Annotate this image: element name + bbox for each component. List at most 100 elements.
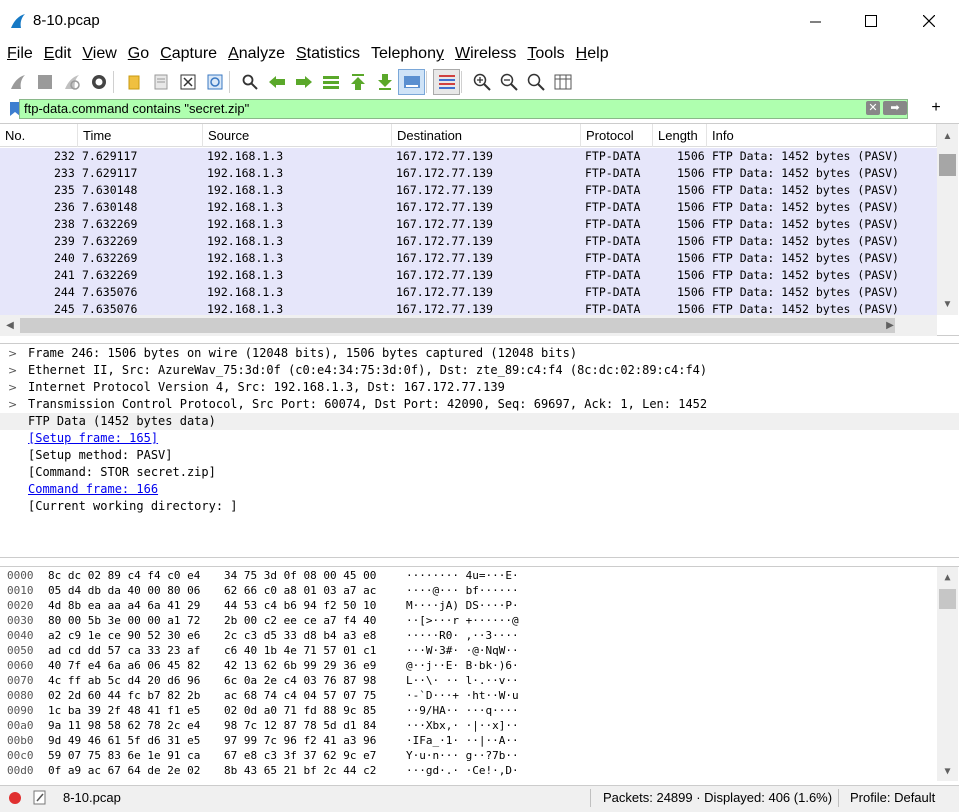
- detail-tree-row[interactable]: > Internet Protocol Version 4, Src: 192.1…: [0, 379, 959, 396]
- scroll-thumb[interactable]: [939, 589, 956, 609]
- packet-row[interactable]: 235 7.630148 192.168.1.3 167.172.77.139 FTP-…: [0, 182, 937, 199]
- hex-row[interactable]: 0090 1c ba 39 2f 48 41 f1 e5 02 0d a0 71 f…: [0, 703, 937, 718]
- hex-row[interactable]: 00b0 9d 49 46 61 5f d6 31 e5 97 99 7c 96 f…: [0, 733, 937, 748]
- last-packet-button[interactable]: [371, 69, 398, 95]
- resize-columns-button[interactable]: [549, 69, 576, 95]
- hscroll-thumb[interactable]: [20, 318, 895, 333]
- expand-chevron-icon[interactable]: >: [8, 345, 17, 362]
- scroll-up-icon[interactable]: ▲: [937, 128, 958, 145]
- first-packet-button[interactable]: [344, 69, 371, 95]
- hex-row[interactable]: 0010 05 d4 db da 40 00 80 06 62 66 c0 a8 0…: [0, 583, 937, 598]
- add-filter-button[interactable]: +: [928, 99, 944, 117]
- column-header-protocol[interactable]: Protocol: [581, 124, 653, 147]
- menu-item-edit[interactable]: Edit: [40, 42, 79, 66]
- column-header-info[interactable]: Info: [707, 124, 937, 147]
- zoom-out-button[interactable]: [495, 69, 522, 95]
- detail-tree-row[interactable]: [Current working directory: ]: [0, 498, 959, 515]
- reload-file-button[interactable]: [201, 69, 228, 95]
- detail-tree-row[interactable]: > Transmission Control Protocol, Src Port…: [0, 396, 959, 413]
- hex-row[interactable]: 0080 02 2d 60 44 fc b7 82 2b ac 68 74 c4 0…: [0, 688, 937, 703]
- scroll-right-icon[interactable]: ▶: [880, 317, 900, 334]
- hex-row[interactable]: 00a0 9a 11 98 58 62 78 2c e4 98 7c 12 87 7…: [0, 718, 937, 733]
- hex-row[interactable]: 0050 ad cd dd 57 ca 33 23 af c6 40 1b 4e 7…: [0, 643, 937, 658]
- packet-row[interactable]: 236 7.630148 192.168.1.3 167.172.77.139 FTP-…: [0, 199, 937, 216]
- expand-chevron-icon[interactable]: >: [8, 379, 17, 396]
- menu-item-help[interactable]: Help: [572, 42, 616, 66]
- packet-row[interactable]: 240 7.632269 192.168.1.3 167.172.77.139 FTP-…: [0, 250, 937, 267]
- capture-comment-icon[interactable]: [33, 790, 47, 805]
- close-button[interactable]: [900, 0, 958, 42]
- colorize-button[interactable]: [433, 69, 460, 95]
- start-capture-button[interactable]: [4, 69, 31, 95]
- detail-tree-row[interactable]: FTP Data (1452 bytes data): [0, 413, 959, 430]
- column-header-length[interactable]: Length: [653, 124, 707, 147]
- scroll-down-icon[interactable]: ▼: [937, 763, 958, 780]
- detail-link-row[interactable]: [Setup frame: 165]: [0, 430, 959, 447]
- go-to-packet-button[interactable]: [317, 69, 344, 95]
- menu-item-capture[interactable]: Capture: [156, 42, 224, 66]
- menu-item-statistics[interactable]: Statistics: [292, 42, 367, 66]
- hex-row[interactable]: 0070 4c ff ab 5c d4 20 d6 96 6c 0a 2e c4 0…: [0, 673, 937, 688]
- detail-tree-row[interactable]: [Setup method: PASV]: [0, 447, 959, 464]
- column-header-destination[interactable]: Destination: [392, 124, 581, 147]
- menu-item-file[interactable]: File: [3, 42, 40, 66]
- menu-item-wireless[interactable]: Wireless: [451, 42, 523, 66]
- expand-chevron-icon[interactable]: >: [8, 396, 17, 413]
- hex-row[interactable]: 00d0 0f a9 ac 67 64 de 2e 02 8b 43 65 21 b…: [0, 763, 937, 778]
- hex-row[interactable]: 0020 4d 8b ea aa a4 6a 41 29 44 53 c4 b6 9…: [0, 598, 937, 613]
- display-filter-input[interactable]: ftp-data.command contains "secret.zip": [19, 99, 908, 119]
- packet-row[interactable]: 244 7.635076 192.168.1.3 167.172.77.139 FTP-…: [0, 284, 937, 301]
- hex-row[interactable]: 0000 8c dc 02 89 c4 f4 c0 e4 34 75 3d 0f 0…: [0, 568, 937, 583]
- column-header-source[interactable]: Source: [203, 124, 392, 147]
- hex-row[interactable]: 0060 40 7f e4 6a a6 06 45 82 42 13 62 6b 9…: [0, 658, 937, 673]
- apply-filter-button[interactable]: ➡: [883, 101, 907, 115]
- status-profile[interactable]: Profile: Default: [850, 786, 935, 810]
- menu-item-go[interactable]: Go: [124, 42, 156, 66]
- restart-capture-button[interactable]: [58, 69, 85, 95]
- packet-row[interactable]: 245 7.635076 192.168.1.3 167.172.77.139 FTP-…: [0, 301, 937, 315]
- menu-item-view[interactable]: View: [78, 42, 123, 66]
- packet-row[interactable]: 239 7.632269 192.168.1.3 167.172.77.139 FTP-…: [0, 233, 937, 250]
- scroll-left-icon[interactable]: ◀: [0, 317, 20, 334]
- detail-link-row[interactable]: Command frame: 166: [0, 481, 959, 498]
- menu-item-analyze[interactable]: Analyze: [224, 42, 292, 66]
- find-packet-button[interactable]: [236, 69, 263, 95]
- detail-text[interactable]: Command frame: 166: [28, 481, 158, 498]
- detail-tree-row[interactable]: > Frame 246: 1506 bytes on wire (12048 bi…: [0, 345, 959, 362]
- zoom-reset-button[interactable]: [522, 69, 549, 95]
- menu-item-telephony[interactable]: Telephony: [367, 42, 451, 66]
- clear-filter-button[interactable]: ✕: [866, 101, 880, 115]
- expert-info-icon[interactable]: [8, 791, 22, 805]
- expand-chevron-icon[interactable]: >: [8, 362, 17, 379]
- scroll-down-icon[interactable]: ▼: [937, 296, 958, 313]
- save-file-button[interactable]: [147, 69, 174, 95]
- packet-row[interactable]: 232 7.629117 192.168.1.3 167.172.77.139 FTP-…: [0, 148, 937, 165]
- capture-options-button[interactable]: [85, 69, 112, 95]
- packet-row[interactable]: 241 7.632269 192.168.1.3 167.172.77.139 FTP-…: [0, 267, 937, 284]
- zoom-in-button[interactable]: [468, 69, 495, 95]
- open-file-button[interactable]: [120, 69, 147, 95]
- hex-row[interactable]: 00c0 59 07 75 83 6e 1e 91 ca 67 e8 c3 3f 3…: [0, 748, 937, 763]
- autoscroll-button[interactable]: [398, 69, 425, 95]
- stop-capture-button[interactable]: [31, 69, 58, 95]
- column-header-time[interactable]: Time: [78, 124, 203, 147]
- packet-list-vscrollbar[interactable]: ▲ ▼: [937, 124, 958, 315]
- packet-row[interactable]: 238 7.632269 192.168.1.3 167.172.77.139 FTP-…: [0, 216, 937, 233]
- maximize-button[interactable]: [842, 0, 900, 42]
- detail-tree-row[interactable]: > Ethernet II, Src: AzureWav_75:3d:0f (c0…: [0, 362, 959, 379]
- bytes-vscrollbar[interactable]: ▲ ▼: [937, 567, 958, 781]
- scroll-up-icon[interactable]: ▲: [937, 569, 958, 586]
- menu-item-tools[interactable]: Tools: [523, 42, 571, 66]
- packet-row[interactable]: 233 7.629117 192.168.1.3 167.172.77.139 FTP-…: [0, 165, 937, 182]
- hex-row[interactable]: 0030 80 00 5b 3e 00 00 a1 72 2b 00 c2 ee c…: [0, 613, 937, 628]
- scroll-thumb[interactable]: [939, 154, 956, 176]
- close-file-button[interactable]: [174, 69, 201, 95]
- packet-list-hscrollbar[interactable]: ◀ ▶: [0, 315, 937, 336]
- minimize-button[interactable]: [786, 0, 844, 42]
- detail-text[interactable]: [Setup frame: 165]: [28, 430, 158, 447]
- detail-tree-row[interactable]: [Command: STOR secret.zip]: [0, 464, 959, 481]
- go-back-button[interactable]: [263, 69, 290, 95]
- hex-row[interactable]: 0040 a2 c9 1e ce 90 52 30 e6 2c c3 d5 33 d…: [0, 628, 937, 643]
- column-header-no[interactable]: No.: [0, 124, 78, 147]
- go-forward-button[interactable]: [290, 69, 317, 95]
